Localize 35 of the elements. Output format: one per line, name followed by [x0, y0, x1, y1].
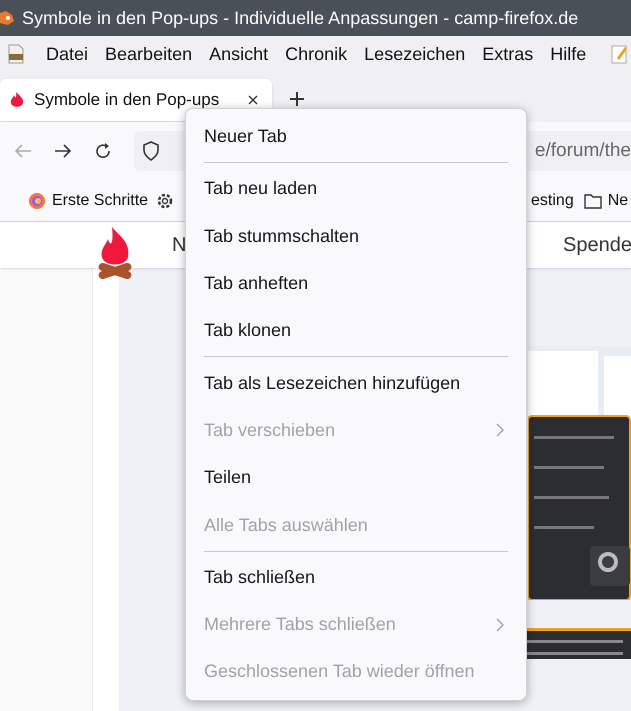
menu-item[interactable]: Tab stummschalten	[186, 212, 526, 260]
menu-item[interactable]: Tab neu laden	[186, 165, 526, 213]
nav-link[interactable]: N	[172, 230, 186, 260]
gear-icon	[156, 192, 174, 210]
menu-item[interactable]: Tab anheften	[186, 260, 526, 308]
zip-file-icon	[8, 44, 24, 64]
reload-icon[interactable]	[94, 142, 112, 160]
menu-bar-item[interactable]: Hilfe	[550, 40, 586, 68]
folder-icon	[584, 192, 602, 208]
menu-bar-item[interactable]: Bearbeiten	[105, 40, 192, 68]
url-text: e/forum/the	[534, 138, 631, 163]
tab-title: Symbole in den Pop-ups	[34, 89, 220, 112]
bookmark-label[interactable]: esting	[531, 188, 574, 212]
menu-item[interactable]: Tab klonen	[186, 307, 526, 354]
chevron-right-icon	[496, 423, 504, 438]
tab[interactable]: Symbole in den Pop-ups	[0, 79, 272, 121]
flame-icon	[10, 92, 24, 108]
close-icon[interactable]	[248, 95, 258, 105]
menu-item[interactable]: Teilen	[186, 454, 526, 502]
shield-icon[interactable]	[142, 141, 160, 161]
chevron-right-icon	[496, 618, 504, 632]
new-tab-icon[interactable]	[290, 92, 304, 106]
nav-link[interactable]: Spende	[563, 230, 631, 260]
menu-bar-item[interactable]: Ansicht	[209, 40, 268, 68]
menu-item[interactable]: Tab schließen	[186, 554, 526, 601]
forward-icon[interactable]	[54, 143, 72, 159]
bookmark-label[interactable]: Erste Schritte	[52, 188, 148, 212]
window-title: Symbole in den Pop-ups - Individuelle Anpassungen - camp-firefox.de	[22, 6, 578, 30]
menu-bar-item[interactable]: Datei	[46, 40, 88, 68]
menu-bar-item[interactable]: Extras	[482, 40, 534, 68]
bookmark-label[interactable]: Ne	[608, 188, 628, 212]
menu-bar-item[interactable]: Chronik	[285, 40, 348, 68]
menu-bar-item[interactable]: Lesezeichen	[364, 40, 466, 68]
menu-item[interactable]: Tab als Lesezeichen hinzufügen	[186, 359, 526, 407]
firefox-icon	[28, 192, 46, 210]
